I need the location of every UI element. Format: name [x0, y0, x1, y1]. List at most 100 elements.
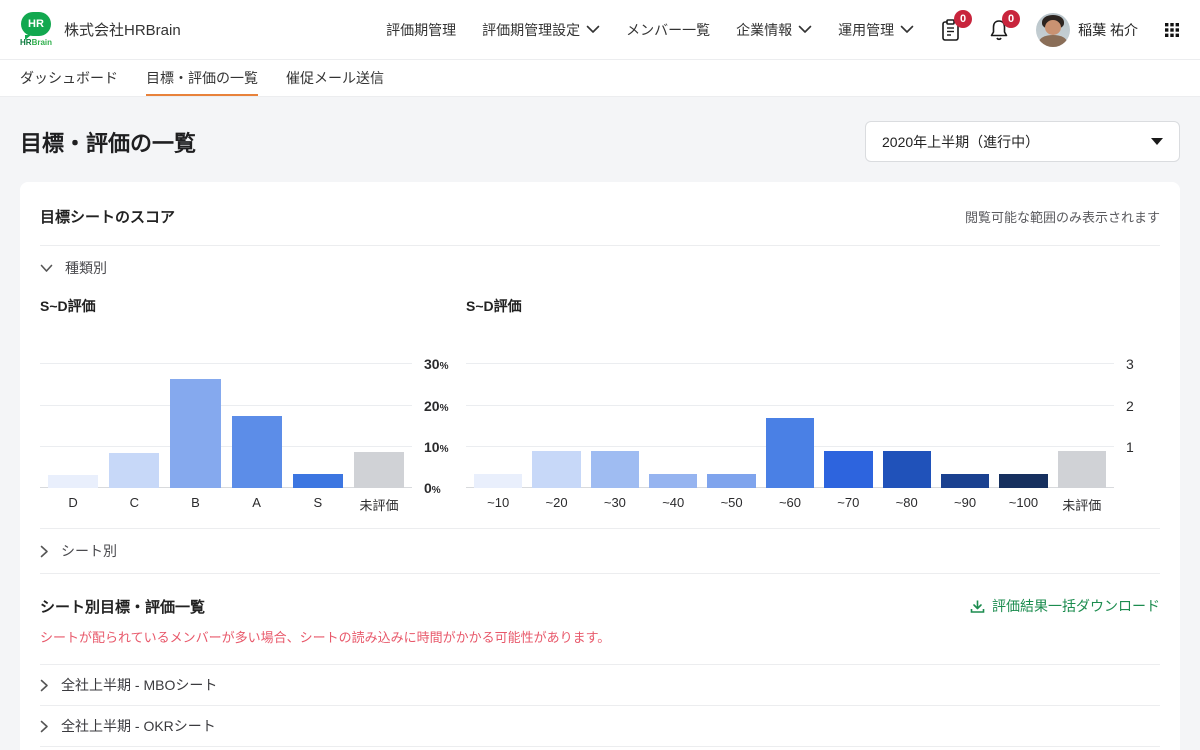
chart-title: S~D評価: [466, 298, 522, 314]
subnav-item-2[interactable]: 催促メール送信: [286, 60, 384, 96]
tasks-clipboard-button[interactable]: 0: [940, 9, 973, 42]
sheet-list: 全社上半期 - MBOシート全社上半期 - OKRシート全社上半期 - 1on1…: [40, 665, 1160, 750]
x-tick-label: ~50: [720, 495, 743, 510]
clipboard-badge: 0: [954, 9, 973, 28]
hrbrain-logo-icon: HR: [21, 12, 51, 40]
nav-item-1[interactable]: 評価期管理設定: [482, 20, 600, 40]
group-by-type-toggle[interactable]: 種類別: [40, 246, 1160, 290]
group-by-sheet-label: シート別: [61, 543, 117, 559]
bar-~40: [649, 474, 698, 488]
user-menu[interactable]: 稲葉 祐介: [1036, 12, 1138, 47]
company-name: 株式会社HRBrain: [64, 22, 181, 39]
chart-1: S~D評価 1 2 3 ~10 ~20 ~30 ~40 ~50 ~60 ~70 ~80 ~90 ~100 未…: [466, 292, 1160, 514]
x-tick-label: ~40: [662, 495, 685, 510]
bar-~100: [999, 474, 1048, 488]
download-results-label: 評価結果一括ダウンロード: [992, 598, 1160, 614]
caret-down-icon: [1151, 138, 1163, 145]
nav-item-0[interactable]: 評価期管理: [386, 20, 456, 40]
notifications-button[interactable]: 0: [988, 9, 1021, 42]
logo-wordmark: HRBrain: [20, 39, 52, 47]
bar-未評価: [1057, 451, 1106, 488]
nav-item-4[interactable]: 運用管理: [838, 20, 914, 40]
bar-~30: [590, 451, 640, 488]
apps-grid-icon[interactable]: [1164, 22, 1180, 38]
bar-~90: [940, 474, 990, 488]
x-tick-label: ~20: [545, 495, 568, 510]
bar-S: [292, 474, 343, 488]
sheet-row-1[interactable]: 全社上半期 - OKRシート: [40, 706, 1160, 746]
x-tick-label: A: [252, 495, 261, 510]
x-tick-label: ~80: [895, 495, 918, 510]
chart-plot-area: [466, 348, 1114, 488]
bar-~10: [474, 474, 523, 488]
chart-0: S~D評価 0% 10% 20% 30% D C B A S 未評価: [40, 292, 458, 514]
nav-item-3[interactable]: 企業情報: [736, 20, 812, 40]
x-tick-label: B: [191, 495, 200, 510]
x-tick-label: ~30: [603, 495, 626, 510]
bar-C: [109, 453, 160, 488]
y-tick-label: 0%: [424, 480, 441, 496]
nav-item-label: 評価期管理: [386, 21, 457, 38]
bar-B: [170, 379, 221, 488]
page-head: 目標・評価の一覧 2020年上半期（進行中）: [0, 97, 1200, 182]
group-by-type-label: 種類別: [65, 260, 107, 276]
x-tick-label: ~90: [954, 495, 977, 510]
chart-title: S~D評価: [40, 298, 96, 314]
loading-warning: シートが配られているメンバーが多い場合、シートの読み込みに時間がかかる可能性があ…: [40, 630, 611, 645]
y-axis-labels: 0% 10% 20% 30%: [412, 348, 458, 496]
chevron-right-icon: [40, 545, 49, 558]
chevron-right-icon: [40, 720, 49, 733]
logo-bubble-text: HR: [28, 18, 44, 30]
subnav-item-1[interactable]: 目標・評価の一覧: [146, 60, 258, 96]
nav-item-2[interactable]: メンバー一覧: [626, 20, 710, 40]
x-tick-label: ~60: [778, 495, 801, 510]
group-by-sheet-toggle[interactable]: シート別: [40, 529, 1160, 573]
download-results-link[interactable]: 評価結果一括ダウンロード: [970, 596, 1160, 616]
nav-item-label: メンバー一覧: [626, 21, 711, 38]
x-tick-label: C: [129, 495, 139, 510]
sheet-row-0[interactable]: 全社上半期 - MBOシート: [40, 665, 1160, 705]
user-name: 稲葉 祐介: [1078, 21, 1138, 38]
bar-~50: [707, 474, 756, 488]
y-axis-labels: 1 2 3: [1114, 348, 1160, 488]
hrbrain-logo[interactable]: HR HRBrain: [20, 12, 52, 47]
y-tick-label: 3: [1126, 356, 1134, 373]
bar-~70: [824, 451, 873, 488]
subnav-item-0[interactable]: ダッシュボード: [20, 60, 118, 96]
main-nav: 評価期管理 評価期管理設定 メンバー一覧 企業情報 運用管理: [386, 20, 914, 40]
period-selector[interactable]: 2020年上半期（進行中）: [865, 121, 1180, 162]
x-axis-labels: ~10 ~20 ~30 ~40 ~50 ~60 ~70 ~80 ~90 ~100 未評価: [466, 495, 1114, 514]
chevron-down-icon: [798, 25, 812, 33]
x-tick-label: ~100: [1008, 495, 1039, 510]
chevron-down-icon: [40, 264, 53, 273]
page-title: 目標・評価の一覧: [20, 130, 197, 156]
chart-plot-area: [40, 348, 412, 488]
x-tick-label: 未評価: [1062, 498, 1102, 513]
period-selected-value: 2020年上半期（進行中）: [882, 133, 1040, 150]
nav-item-label: 企業情報: [736, 21, 793, 38]
y-tick-label: 10%: [424, 438, 449, 455]
logo-brain: Brain: [31, 38, 53, 47]
sheet-section-title: シート別目標・評価一覧: [40, 599, 206, 616]
notifications-badge: 0: [1002, 9, 1021, 28]
x-tick-label: ~10: [487, 495, 510, 510]
top-header: HR HRBrain 株式会社HRBrain 評価期管理 評価期管理設定 メンバー一…: [0, 0, 1200, 60]
bar-~20: [532, 451, 581, 488]
x-tick-label: S: [313, 495, 323, 510]
nav-item-label: 運用管理: [838, 21, 895, 38]
y-tick-label: 2: [1126, 397, 1134, 414]
visibility-note: 閲覧可能な範囲のみ表示されます: [964, 210, 1160, 225]
bar-~80: [882, 451, 931, 488]
y-tick-label: 20%: [424, 397, 449, 414]
download-icon: [970, 600, 985, 613]
score-card-title: 目標シートのスコア: [40, 209, 176, 226]
charts-row: S~D評価 0% 10% 20% 30% D C B A S 未評価 S~D評価 1 2 3 ~10 ~20 ~3…: [40, 290, 1160, 528]
y-tick-label: 30%: [424, 356, 449, 373]
bar-D: [48, 475, 99, 488]
x-tick-label: D: [68, 495, 78, 510]
chevron-down-icon: [586, 25, 600, 33]
chevron-down-icon: [900, 25, 914, 33]
sub-nav: ダッシュボード 目標・評価の一覧 催促メール送信: [0, 60, 1200, 97]
nav-item-label: 評価期管理設定: [482, 21, 581, 38]
header-right: 評価期管理 評価期管理設定 メンバー一覧 企業情報 運用管理 0 0 稲葉 祐介: [386, 9, 1180, 47]
